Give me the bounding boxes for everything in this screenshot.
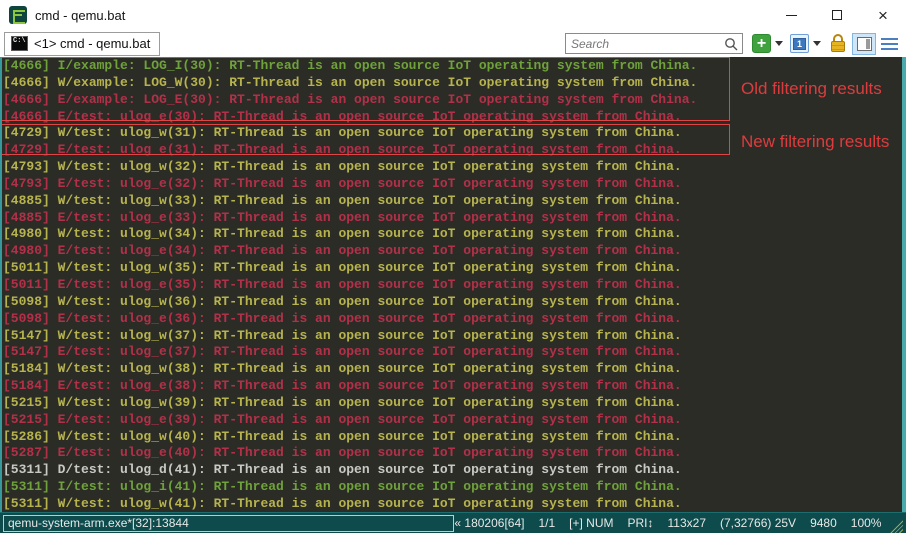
statusbar-item: 1/1 — [538, 516, 555, 530]
window-title: cmd - qemu.bat — [35, 8, 125, 23]
old-filter-annotation: Old filtering results — [741, 79, 882, 99]
statusbar-item: [+] NUM — [569, 516, 613, 530]
minimize-button[interactable] — [768, 0, 814, 30]
old-filter-highlight-box — [0, 57, 730, 121]
console-left-edge — [0, 57, 2, 512]
statusbar-item: 100% — [851, 516, 882, 530]
scrollbar-toggle-button[interactable] — [852, 33, 876, 55]
console-line: [4885] W/test: ulog_w(33): RT-Thread is … — [3, 193, 697, 210]
status-bar: qemu-system-arm.exe*[32]:13844 « 180206[… — [0, 512, 906, 533]
console-line: [4980] W/test: ulog_w(34): RT-Thread is … — [3, 226, 697, 243]
new-console-button[interactable]: + — [752, 34, 771, 53]
console-line: [4793] E/test: ulog_e(32): RT-Thread is … — [3, 176, 697, 193]
console-line: [5287] E/test: ulog_e(40): RT-Thread is … — [3, 445, 697, 462]
console-line: [5147] E/test: ulog_e(37): RT-Thread is … — [3, 344, 697, 361]
close-icon: × — [878, 7, 888, 24]
statusbar-item: (7,32766) 25V — [720, 516, 796, 530]
console-line: [5215] E/test: ulog_e(39): RT-Thread is … — [3, 412, 697, 429]
maximize-button[interactable] — [814, 0, 860, 30]
menu-icon[interactable] — [881, 38, 898, 50]
console-line: [5286] W/test: ulog_w(40): RT-Thread is … — [3, 429, 697, 446]
close-button[interactable]: × — [860, 0, 906, 30]
new-filter-annotation: New filtering results — [741, 132, 889, 152]
statusbar-items: « 180206[64] 1/1 [+] NUM PRI↕ 113x27 (7,32766… — [454, 516, 881, 530]
tab-cmd-qemu[interactable]: C:\ <1> cmd - qemu.bat — [4, 32, 160, 56]
window-number-icon: 1 — [793, 38, 806, 50]
console-line: [5147] W/test: ulog_w(37): RT-Thread is … — [3, 328, 697, 345]
console-line: [5011] W/test: ulog_w(35): RT-Thread is … — [3, 260, 697, 277]
cmd-icon: C:\ — [11, 36, 28, 51]
titlebar: cmd - qemu.bat × — [0, 0, 906, 30]
console-scrollbar-strip[interactable] — [902, 57, 906, 512]
window-switch-dropdown-icon[interactable] — [813, 41, 821, 46]
search-box — [565, 33, 743, 54]
statusbar-item: 9480 — [810, 516, 837, 530]
minimize-icon — [786, 15, 797, 16]
console-line: [5098] W/test: ulog_w(36): RT-Thread is … — [3, 294, 697, 311]
tab-label: <1> cmd - qemu.bat — [34, 36, 150, 51]
new-filter-highlight-box — [0, 124, 730, 155]
statusbar-item: PRI↕ — [628, 516, 654, 530]
console-line: [5098] E/test: ulog_e(36): RT-Thread is … — [3, 311, 697, 328]
console-line: [4980] E/test: ulog_e(34): RT-Thread is … — [3, 243, 697, 260]
console-line: [5311] I/test: ulog_i(41): RT-Thread is … — [3, 479, 697, 496]
console-output[interactable]: [4666] I/example: LOG_I(30): RT-Thread i… — [0, 57, 906, 512]
console-line: [5184] E/test: ulog_e(38): RT-Thread is … — [3, 378, 697, 395]
maximize-icon — [832, 10, 842, 20]
console-line: [4885] E/test: ulog_e(33): RT-Thread is … — [3, 210, 697, 227]
process-status: qemu-system-arm.exe*[32]:13844 — [3, 515, 454, 532]
console-line: [5184] W/test: ulog_w(38): RT-Thread is … — [3, 361, 697, 378]
search-icon[interactable] — [724, 37, 738, 51]
panel-icon — [857, 37, 872, 51]
window-switch-button[interactable]: 1 — [790, 34, 809, 53]
new-console-dropdown-icon[interactable] — [775, 41, 783, 46]
console-line: [5311] D/test: ulog_d(41): RT-Thread is … — [3, 462, 697, 479]
conemu-app-icon — [9, 6, 27, 24]
console-line: [4793] W/test: ulog_w(32): RT-Thread is … — [3, 159, 697, 176]
console-line: [5311] W/test: ulog_w(41): RT-Thread is … — [3, 496, 697, 512]
console-line: [5215] W/test: ulog_w(39): RT-Thread is … — [3, 395, 697, 412]
resize-grip-icon[interactable] — [889, 518, 903, 533]
console-line: [5011] E/test: ulog_e(35): RT-Thread is … — [3, 277, 697, 294]
window-controls: × — [768, 0, 906, 30]
statusbar-item: 113x27 — [668, 516, 706, 530]
lock-icon[interactable] — [830, 34, 846, 53]
statusbar-item: « 180206[64] — [454, 516, 524, 530]
plus-icon: + — [757, 36, 766, 52]
search-input[interactable] — [566, 35, 716, 52]
tab-bar: C:\ <1> cmd - qemu.bat + 1 — [0, 30, 906, 57]
